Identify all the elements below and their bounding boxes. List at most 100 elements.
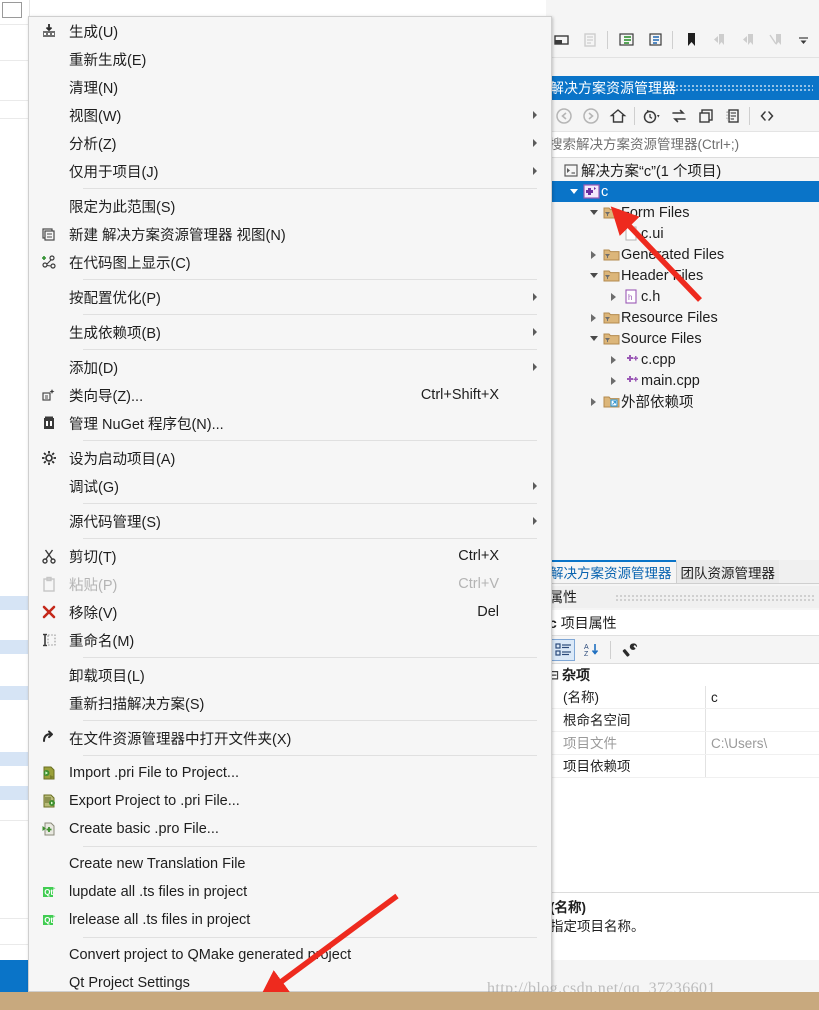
next-bookmark-icon[interactable]: [734, 27, 760, 53]
properties-window-icon[interactable]: [719, 103, 746, 129]
chevron-right-icon[interactable]: [586, 250, 601, 259]
properties-drag-grip[interactable]: [615, 594, 815, 602]
menu-item[interactable]: 添加(D): [29, 353, 551, 381]
menu-item[interactable]: 调试(G): [29, 472, 551, 500]
property-row[interactable]: 项目依赖项: [546, 755, 819, 778]
property-value[interactable]: c: [706, 686, 819, 708]
tree-node[interactable]: c.cpp: [546, 349, 819, 370]
tree-node-label: Source Files: [621, 330, 702, 347]
tree-node[interactable]: Header Files: [546, 265, 819, 286]
menu-item[interactable]: 仅用于项目(J): [29, 157, 551, 185]
solution-explorer-search-input[interactable]: 搜索解决方案资源管理器(Ctrl+;): [546, 132, 819, 158]
menu-item[interactable]: Export Project to .pri File...: [29, 787, 551, 815]
menu-item: 粘贴(P) Ctrl+V: [29, 570, 551, 598]
tree-node-label: 外部依赖项: [621, 395, 694, 411]
tree-node[interactable]: Form Files: [546, 202, 819, 223]
toolbar-overflow-icon[interactable]: [790, 27, 816, 53]
properties-category-row[interactable]: ⊟ 杂项: [546, 664, 819, 686]
external-dependencies-icon: [601, 394, 621, 409]
menu-item[interactable]: Qt lrelease all .ts files in project: [29, 906, 551, 934]
menu-item[interactable]: 在代码图上显示(C): [29, 248, 551, 276]
menu-item-label: 新建 解决方案资源管理器 视图(N): [69, 227, 286, 244]
chevron-down-icon[interactable]: [566, 189, 581, 194]
menu-item[interactable]: 重命名(M): [29, 626, 551, 654]
panel-drag-grip[interactable]: [663, 84, 813, 92]
menu-item[interactable]: 新建 解决方案资源管理器 视图(N): [29, 220, 551, 248]
menu-item[interactable]: 生成依赖项(B): [29, 318, 551, 346]
solution-explorer-title-text: 解决方案资源管理器: [550, 80, 676, 96]
tree-node[interactable]: Resource Files: [546, 307, 819, 328]
menu-item-shortcut: Ctrl+X: [458, 548, 499, 564]
menu-item[interactable]: 清理(N): [29, 73, 551, 101]
chevron-right-icon[interactable]: [606, 355, 621, 364]
properties-object-selector[interactable]: c 项目属性: [546, 610, 819, 636]
home-icon[interactable]: [604, 103, 631, 129]
submenu-arrow-icon: [533, 139, 537, 147]
chevron-down-icon[interactable]: [586, 336, 601, 341]
forward-icon[interactable]: [577, 103, 604, 129]
menu-item[interactable]: 移除(V) Del: [29, 598, 551, 626]
collapse-all-icon[interactable]: [692, 103, 719, 129]
menu-item[interactable]: 限定为此范围(S): [29, 192, 551, 220]
alphabetical-sort-icon[interactable]: AZ: [579, 639, 603, 661]
chevron-down-icon[interactable]: [586, 210, 601, 215]
back-icon[interactable]: [550, 103, 577, 129]
uncomment-selection-icon[interactable]: [576, 27, 602, 53]
code-map-icon: [29, 248, 69, 276]
tree-node[interactable]: c: [546, 181, 819, 202]
tree-node[interactable]: Source Files: [546, 328, 819, 349]
menu-item[interactable]: 重新生成(E): [29, 45, 551, 73]
show-all-files-icon[interactable]: [753, 103, 780, 129]
menu-item[interactable]: Create basic .pro File...: [29, 815, 551, 843]
sync-with-active-document-icon[interactable]: [665, 103, 692, 129]
menu-item[interactable]: 重新扫描解决方案(S): [29, 689, 551, 717]
increase-indent-icon[interactable]: [613, 27, 639, 53]
property-row[interactable]: 根命名空间: [546, 709, 819, 732]
menu-item[interactable]: 分析(Z): [29, 129, 551, 157]
tree-node[interactable]: Generated Files: [546, 244, 819, 265]
menu-item[interactable]: Convert project to QMake generated proje…: [29, 941, 551, 969]
tree-node[interactable]: h c.h: [546, 286, 819, 307]
menu-item[interactable]: 卸载项目(L): [29, 661, 551, 689]
chevron-right-icon[interactable]: [606, 292, 621, 301]
tree-node[interactable]: 外部依赖项: [546, 391, 819, 412]
chevron-right-icon[interactable]: [586, 313, 601, 322]
menu-item[interactable]: 源代码管理(S): [29, 507, 551, 535]
property-row[interactable]: (名称) c: [546, 686, 819, 709]
menu-item[interactable]: 设为启动项目(A): [29, 444, 551, 472]
menu-item[interactable]: 管理 NuGet 程序包(N)...: [29, 409, 551, 437]
menu-item[interactable]: 生成(U): [29, 17, 551, 45]
menu-item[interactable]: 剪切(T) Ctrl+X: [29, 542, 551, 570]
menu-item[interactable]: Qt lupdate all .ts files in project: [29, 878, 551, 906]
qt-create-pro-icon: [29, 815, 69, 843]
previous-bookmark-icon[interactable]: [706, 27, 732, 53]
decrease-indent-icon[interactable]: [641, 27, 667, 53]
menu-item[interactable]: 视图(W): [29, 101, 551, 129]
chevron-right-icon[interactable]: [606, 376, 621, 385]
chevron-down-icon[interactable]: [586, 273, 601, 278]
chevron-right-icon[interactable]: [586, 397, 601, 406]
property-pages-icon[interactable]: [618, 639, 642, 661]
menu-item[interactable]: Create new Translation File: [29, 850, 551, 878]
categorized-view-icon[interactable]: [551, 638, 575, 661]
menu-item[interactable]: Import .pri File to Project...: [29, 759, 551, 787]
menu-icon-placeholder: [29, 283, 69, 311]
menu-separator: [83, 440, 537, 441]
tree-node[interactable]: 解决方案“c”(1 个项目): [546, 160, 819, 181]
toggle-bookmark-icon[interactable]: [678, 27, 704, 53]
tree-node[interactable]: c.ui: [546, 223, 819, 244]
menu-item[interactable]: 按配置优化(P): [29, 283, 551, 311]
project-context-menu: 生成(U) 重新生成(E) 清理(N) 视图(W) 分析(Z) 仅用于项目(J) 限定为此范…: [28, 16, 552, 1001]
vs-right-pane: 解决方案资源管理器 搜索解决方案资源管理器(Ctrl+;) 解决方案“c”(1 …: [546, 0, 819, 992]
property-value[interactable]: [706, 709, 819, 731]
property-row[interactable]: 项目文件 C:\Users\: [546, 732, 819, 755]
panel-tab-1[interactable]: 团队资源管理器: [675, 560, 779, 583]
pending-changes-filter-icon[interactable]: [638, 103, 665, 129]
tree-node[interactable]: main.cpp: [546, 370, 819, 391]
panel-tab-0[interactable]: 解决方案资源管理器: [546, 560, 676, 583]
property-value[interactable]: [706, 755, 819, 777]
menu-item[interactable]: 在文件资源管理器中打开文件夹(X): [29, 724, 551, 752]
menu-item[interactable]: 类向导(Z)... Ctrl+Shift+X: [29, 381, 551, 409]
property-value[interactable]: C:\Users\: [706, 732, 819, 754]
clear-bookmarks-icon[interactable]: [762, 27, 788, 53]
